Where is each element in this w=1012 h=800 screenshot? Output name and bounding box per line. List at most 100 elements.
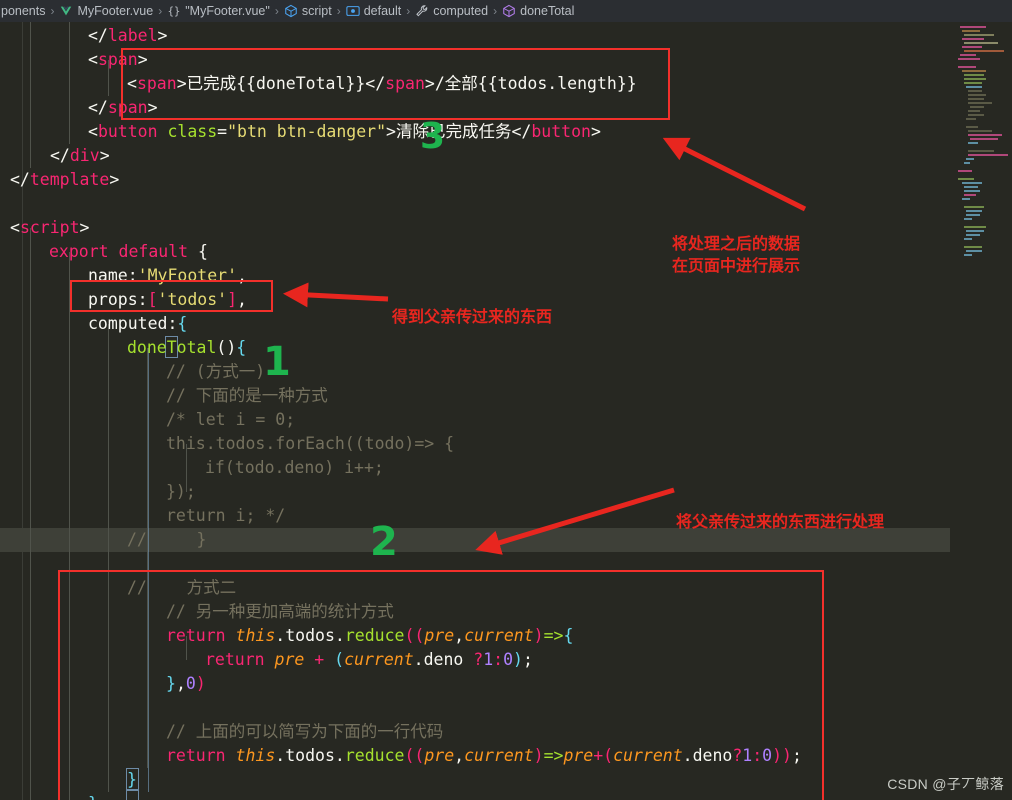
minimap-line <box>968 110 980 112</box>
code-token: ; <box>791 746 802 765</box>
code-token: < <box>127 74 137 93</box>
breadcrumb-item-donetotal[interactable]: doneTotal <box>501 4 575 18</box>
code-line: export default { <box>49 240 208 264</box>
code-line: return i; */ <box>166 504 285 528</box>
minimap-line <box>964 50 1004 52</box>
code-token: , <box>454 626 465 645</box>
code-token: > <box>147 98 158 117</box>
breadcrumb-label: MyFooter.vue <box>77 4 154 18</box>
wrench-icon <box>415 4 429 18</box>
code-token: computed: <box>88 314 178 333</box>
code-token: < <box>10 218 20 237</box>
code-token: > <box>137 50 148 69</box>
code-token: div <box>69 146 100 165</box>
code-token: pre <box>563 746 594 765</box>
breadcrumb-label: doneTotal <box>520 4 575 18</box>
code-line: </div> <box>50 144 110 168</box>
note-process: 将父亲传过来的东西进行处理 <box>676 512 885 531</box>
code-token: reduce <box>344 626 405 645</box>
code-token: deno <box>692 746 733 765</box>
step-marker-2: 2 <box>370 519 398 565</box>
code-token: </ <box>88 26 108 45</box>
code-token: ? <box>473 650 484 669</box>
minimap-line <box>968 154 1008 156</box>
code-token: < <box>88 50 98 69</box>
breadcrumb-item-default[interactable]: default <box>345 4 403 18</box>
code-token: > <box>79 218 90 237</box>
code-editor[interactable]: </label> <span> <span>已完成{{doneTotal}}</sp… <box>0 22 1012 800</box>
minimap-line <box>966 126 978 128</box>
minimap-line <box>968 142 978 144</box>
code-token: /* let i = 0; <box>166 410 296 429</box>
code-token: // 上面的可以简写为下面的一行代码 <box>166 722 444 741</box>
code-token: , <box>175 674 186 693</box>
indent-guide <box>30 22 31 168</box>
code-token: > <box>424 74 435 93</box>
svg-text:{}: {} <box>168 6 181 18</box>
text-cursor <box>148 348 149 792</box>
symbol-variable-icon <box>346 4 360 18</box>
code-line: this.todos.forEach((todo)=> { <box>166 432 454 456</box>
code-token: => <box>543 626 564 645</box>
code-token: { <box>563 626 574 645</box>
code-token: this <box>235 746 276 765</box>
code-token: button <box>97 122 158 141</box>
minimap-line <box>966 210 982 212</box>
code-token: } <box>127 770 137 789</box>
code-token: deno <box>423 650 464 669</box>
breadcrumb-label: "MyFooter.vue" <box>185 4 270 18</box>
minimap-line <box>964 78 986 80</box>
minimap-line <box>968 90 982 92</box>
code-token: { <box>236 338 247 357</box>
code-token: . <box>413 650 424 669</box>
code-token: , <box>237 266 247 285</box>
code-token: . <box>275 626 286 645</box>
minimap-line <box>958 58 980 60</box>
breadcrumb-item--myfooter-vue-[interactable]: {} "MyFooter.vue" <box>166 4 271 18</box>
vue-logo-icon <box>59 4 73 18</box>
minimap-line <box>962 198 970 200</box>
minimap[interactable] <box>950 22 1012 800</box>
indent-guide <box>69 252 70 800</box>
code-line: <button class="btn btn-danger">清除已完成任务</… <box>88 120 601 144</box>
arrow-to-props <box>283 282 389 308</box>
code-line: // 方式二 <box>127 576 236 600</box>
code-token: script <box>19 218 80 237</box>
code-line: // 上面的可以简写为下面的一行代码 <box>166 720 443 744</box>
code-token: // (方式一) <box>166 362 266 381</box>
code-token: return <box>166 626 226 645</box>
code-line: props:['todos'], <box>88 288 247 312</box>
minimap-line <box>964 218 972 220</box>
code-line: <span> <box>88 48 148 72</box>
breadcrumb-item-computed[interactable]: computed <box>414 4 489 18</box>
code-token: > <box>157 26 168 45</box>
code-token: return i; */ <box>166 506 286 525</box>
code-token: return <box>166 746 226 765</box>
indent-guide <box>69 22 70 144</box>
code-token: // 方式二 <box>127 578 237 597</box>
minimap-line <box>966 118 976 120</box>
breadcrumb-item-myfooter-vue[interactable]: MyFooter.vue <box>58 4 154 18</box>
breadcrumb-item-ponents[interactable]: ponents <box>0 4 46 18</box>
code-line: doneTotal(){ <box>127 336 246 360</box>
minimap-line <box>964 162 970 164</box>
code-token: /全部{{todos.length}} <box>434 74 637 93</box>
code-token: current <box>464 746 534 765</box>
code-token: this.todos.forEach((todo)=> { <box>166 434 455 453</box>
code-line: } <box>127 768 137 792</box>
minimap-line <box>964 42 998 44</box>
code-token: </ <box>88 98 108 117</box>
code-line: // } <box>127 528 206 552</box>
code-token: 'MyFooter' <box>137 266 238 285</box>
minimap-line <box>962 30 980 32</box>
breadcrumb-item-script[interactable]: script <box>283 4 333 18</box>
step-marker-3: 3 <box>420 116 446 157</box>
code-token: todos <box>285 746 335 765</box>
code-token: if(todo.deno) i++; <box>205 458 384 477</box>
